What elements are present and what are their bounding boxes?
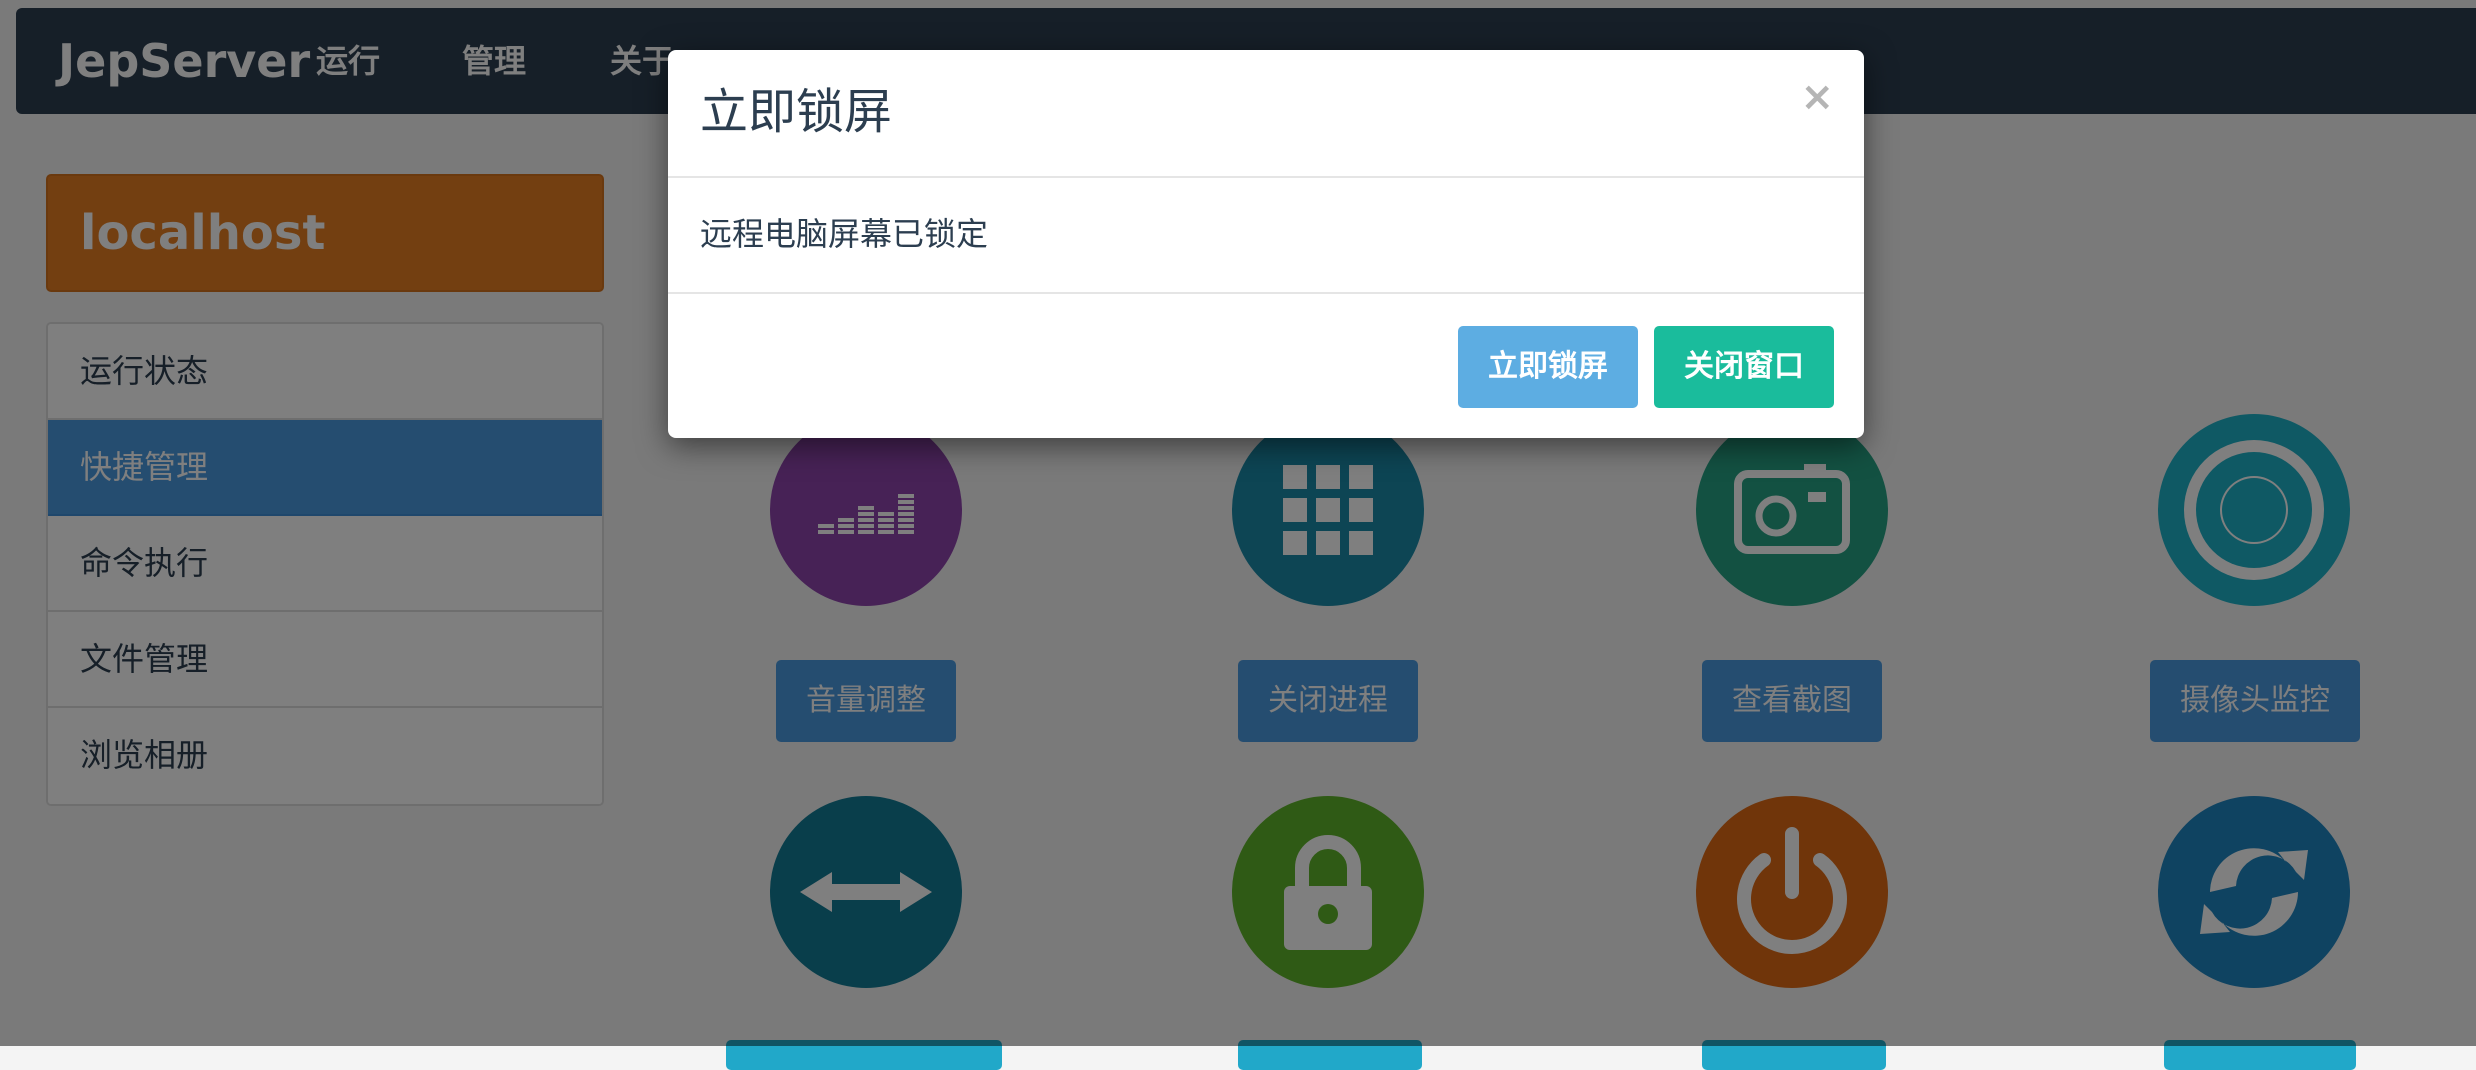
close-window-button[interactable]: 关闭窗口 [1654, 326, 1834, 408]
close-icon[interactable]: × [1800, 72, 1834, 122]
modal-title: 立即锁屏 [700, 84, 893, 140]
modal-body: 远程电脑屏幕已锁定 [668, 178, 1864, 294]
modal-message: 远程电脑屏幕已锁定 [700, 215, 989, 253]
lock-now-button[interactable]: 立即锁屏 [1458, 326, 1638, 408]
lock-screen-modal: 立即锁屏 × 远程电脑屏幕已锁定 立即锁屏 关闭窗口 [668, 50, 1864, 438]
modal-header: 立即锁屏 × [668, 50, 1864, 178]
